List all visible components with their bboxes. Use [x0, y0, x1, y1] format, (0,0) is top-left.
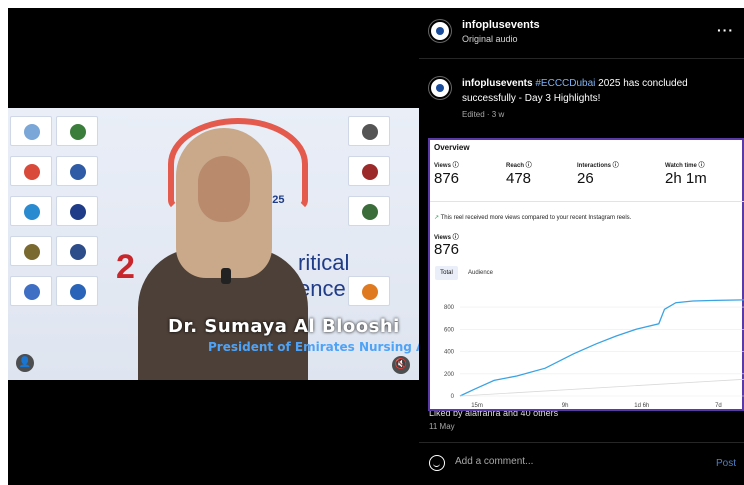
divider — [430, 201, 744, 202]
y-tick-label: 400 — [444, 350, 455, 356]
sponsor-logo — [348, 276, 390, 306]
tab-total[interactable]: Total — [435, 266, 458, 280]
divider — [419, 442, 744, 443]
stat-value-reach: 478 — [506, 170, 532, 187]
overview-title: Overview — [434, 143, 470, 152]
sponsor-logo — [10, 156, 52, 186]
stat-value-views: 876 — [434, 170, 460, 187]
caption-avatar[interactable] — [429, 77, 451, 99]
reel-video[interactable]: 2025 2 ritical ence Dr. Sumaya Al Bloosh… — [8, 108, 419, 380]
trend-note: ↗ This reel received more views compared… — [434, 215, 632, 221]
baseline-series-line — [459, 378, 744, 397]
post-username[interactable]: infoplusevents — [462, 19, 540, 31]
tab-audience[interactable]: Audience — [468, 266, 493, 280]
x-tick-label: 15m — [471, 403, 483, 409]
comment-input[interactable] — [455, 456, 685, 467]
sponsor-logo — [56, 116, 98, 146]
sponsor-logo — [10, 276, 52, 306]
stat-value-interactions: 26 — [577, 170, 594, 187]
speaker-title: President of Emirates Nursing Associatio… — [208, 340, 419, 354]
stat-label-interactions: Interactions ⓘ — [577, 163, 619, 169]
y-tick-label: 600 — [444, 327, 455, 333]
caption-username[interactable]: infoplusevents — [462, 78, 533, 89]
speaker-name: Dr. Sumaya Al Blooshi — [168, 316, 400, 337]
sponsor-logo — [10, 116, 52, 146]
caption-hashtag[interactable]: #ECCCDubai — [535, 78, 595, 89]
sponsor-logo — [56, 156, 98, 186]
stat-value-watch-time: 2h 1m — [665, 170, 707, 187]
x-tick-label: 7d — [715, 403, 722, 409]
x-tick-label: 1d 6h — [634, 403, 649, 409]
audio-label[interactable]: Original audio — [462, 34, 518, 44]
sponsor-logo — [10, 196, 52, 226]
speaker-muted-icon[interactable]: 🔇 — [392, 356, 410, 374]
y-tick-label: 800 — [444, 305, 455, 311]
stat-label-reach: Reach ⓘ — [506, 163, 532, 169]
x-tick-label: 9h — [562, 403, 569, 409]
trend-up-icon: ↗ — [434, 215, 440, 221]
sponsor-logo — [348, 116, 390, 146]
sponsor-logo — [56, 236, 98, 266]
y-tick-label: 200 — [444, 372, 455, 378]
y-tick-label: 0 — [451, 394, 455, 400]
views-chart: 0 200 400 600 800 15m 9h 1d 6h 7d — [444, 299, 744, 409]
views-value: 876 — [434, 241, 460, 258]
sponsor-logo — [348, 196, 390, 226]
more-options-icon[interactable]: ··· — [717, 22, 734, 38]
lapel-mic — [221, 268, 231, 284]
sponsor-logo — [10, 236, 52, 266]
stat-label-views: Views ⓘ — [434, 163, 459, 169]
post-comment-button[interactable]: Post — [716, 458, 736, 469]
sponsor-logo — [56, 196, 98, 226]
post-date: 11 May — [429, 422, 455, 431]
stat-label-watch-time: Watch time ⓘ — [665, 163, 705, 169]
sponsor-logo — [56, 276, 98, 306]
views-label: Views ⓘ — [434, 235, 459, 241]
profile-avatar[interactable] — [429, 20, 451, 42]
edited-timestamp: Edited · 3 w — [462, 110, 505, 119]
post-caption: infoplusevents #ECCCDubai 2025 has concl… — [462, 76, 744, 106]
person-icon[interactable]: 👤 — [16, 354, 34, 372]
banner-number: 2 — [116, 248, 135, 286]
divider — [419, 58, 744, 59]
sponsor-logo — [348, 156, 390, 186]
insights-card: Overview Views ⓘ 876 Reach ⓘ 478 Interac… — [428, 138, 744, 411]
emoji-icon[interactable] — [429, 455, 445, 471]
